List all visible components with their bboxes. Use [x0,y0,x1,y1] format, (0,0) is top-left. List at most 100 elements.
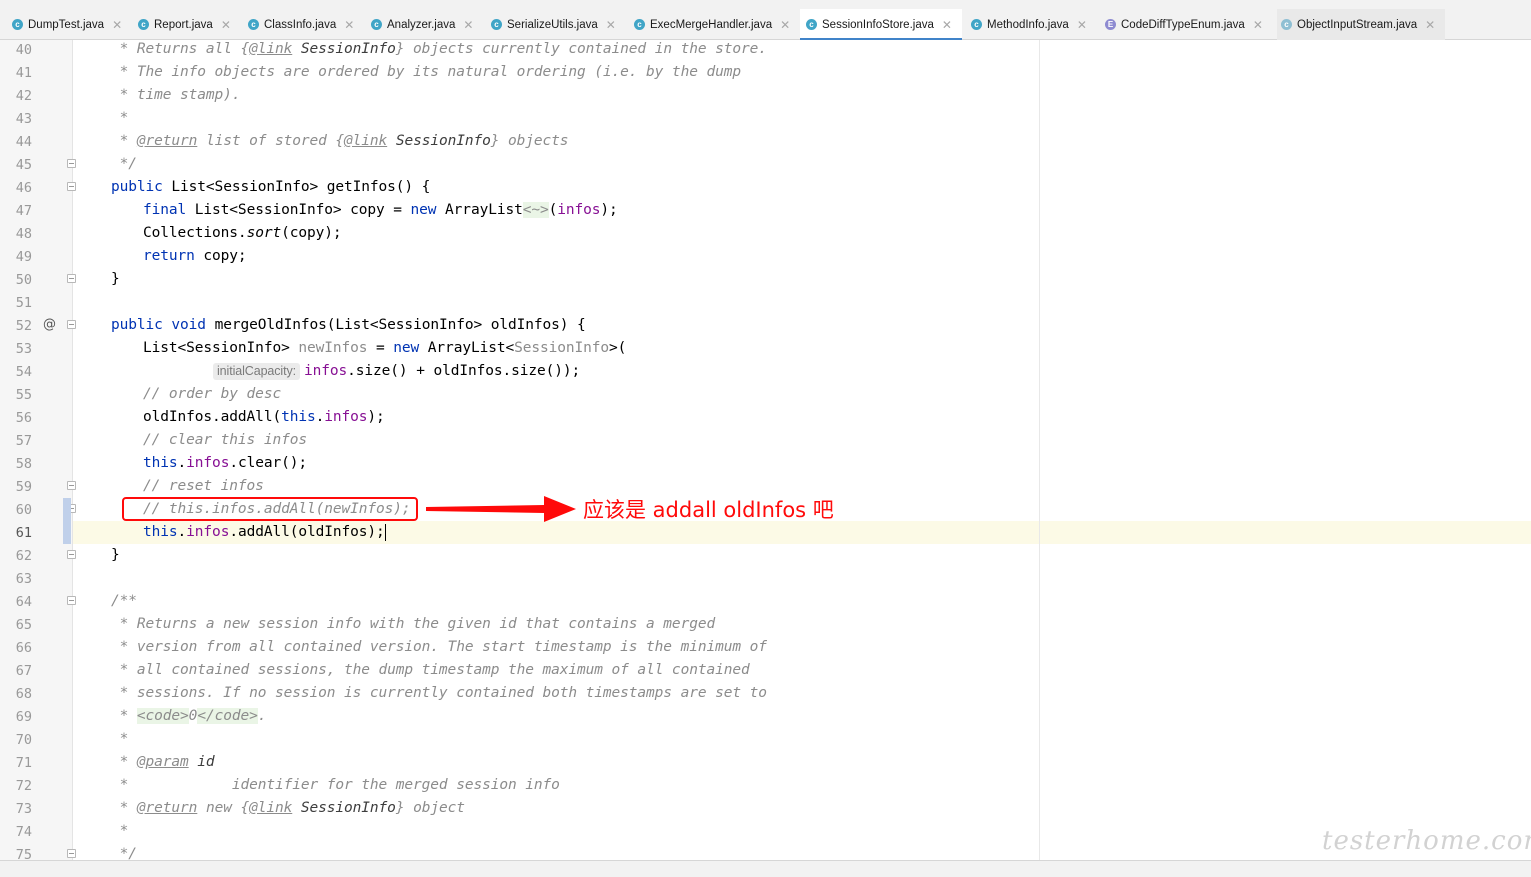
tab-label: DumpTest.java [28,18,105,31]
code-line: Collections.sort(copy); [143,225,342,241]
tab-serializeutils[interactable]: c SerializeUtils.java ✕ [489,9,623,40]
tab-classinfo[interactable]: c ClassInfo.java ✕ [246,9,358,40]
code-line-current: this.infos.addAll(oldInfos); [143,523,386,541]
close-icon[interactable]: ✕ [1425,18,1435,32]
line-number-gutter[interactable]: 40 41 42 43 44 45 46 47 48 49 50 51 52 5… [0,40,76,860]
status-bar [0,860,1531,877]
close-icon[interactable]: ✕ [780,18,790,32]
line-number: 54 [15,364,32,380]
close-icon[interactable]: ✕ [1077,18,1087,32]
code-line: * @return list of stored {@link SessionI… [111,133,569,149]
close-icon[interactable]: ✕ [221,18,231,32]
code-line: // order by desc [143,386,282,402]
tab-objectinputstream[interactable]: c ObjectInputStream.java ✕ [1277,9,1445,40]
library-class-icon: c [1281,19,1292,30]
line-number: 68 [15,686,32,702]
class-icon: c [371,19,382,30]
tab-label: ExecMergeHandler.java [650,18,773,31]
line-number: 41 [15,65,32,81]
code-line: * [111,731,129,747]
override-annotation-icon[interactable]: @ [43,317,56,332]
code-line: List<SessionInfo> newInfos = new ArrayLi… [143,340,627,356]
tab-methodinfo[interactable]: c MethodInfo.java ✕ [969,9,1093,40]
vcs-change-marker[interactable] [63,498,71,544]
annotation-callout: 应该是 addall oldInfos 吧 [583,498,834,522]
code-line: * sessions. If no session is currently c… [111,685,767,701]
line-number: 43 [15,111,32,127]
line-number: 58 [15,456,32,472]
code-area[interactable]: * Returns all {@link SessionInfo} object… [73,40,1531,860]
code-line: initialCapacity: infos.size() + oldInfos.… [213,360,580,383]
line-number: 44 [15,134,32,150]
right-margin-guide [1039,40,1040,860]
line-number: 40 [15,42,32,58]
code-line: * Returns a new session info with the gi… [111,616,716,632]
class-icon: c [12,19,23,30]
tab-codedifftypeenum[interactable]: E CodeDiffTypeEnum.java ✕ [1103,9,1269,40]
tab-analyzer[interactable]: c Analyzer.java ✕ [369,9,482,40]
tab-sessioninfostore[interactable]: c SessionInfoStore.java ✕ [800,9,962,40]
code-line: */ [111,846,137,860]
tab-label: SessionInfoStore.java [822,18,934,31]
line-number: 71 [15,755,32,771]
code-line: * time stamp). [111,87,241,103]
code-line: } [111,271,120,287]
line-number: 66 [15,640,32,656]
tab-label: MethodInfo.java [987,18,1069,31]
line-number: 67 [15,663,32,679]
class-icon: c [971,19,982,30]
tab-label: ObjectInputStream.java [1297,18,1418,31]
code-line: public void mergeOldInfos(List<SessionIn… [111,317,586,333]
code-line: * @param id [111,754,215,770]
code-line: // reset infos [143,478,264,494]
line-number: 70 [15,732,32,748]
code-line: * version from all contained version. Th… [111,639,767,655]
line-number: 51 [15,295,32,311]
code-line: this.infos.clear(); [143,455,307,471]
close-icon[interactable]: ✕ [606,18,616,32]
line-number: 62 [15,548,32,564]
watermark: testerhome.com [1322,826,1531,856]
class-icon: c [248,19,259,30]
code-line: * @return new {@link SessionInfo} object [111,800,465,816]
close-icon[interactable]: ✕ [942,18,952,32]
code-editor[interactable]: 40 41 42 43 44 45 46 47 48 49 50 51 52 5… [0,40,1531,860]
tab-label: ClassInfo.java [264,18,337,31]
arrow-icon [426,496,576,522]
code-line: */ [111,156,137,172]
code-line: * The info objects are ordered by its na… [111,64,741,80]
close-icon[interactable]: ✕ [463,18,473,32]
line-number: 55 [15,387,32,403]
line-number: 72 [15,778,32,794]
line-number: 49 [15,249,32,265]
line-number: 53 [15,341,32,357]
enum-icon: E [1105,19,1116,30]
close-icon[interactable]: ✕ [112,18,122,32]
tab-execmergehandler[interactable]: c ExecMergeHandler.java ✕ [632,9,792,40]
code-line: * identifier for the merged session info [111,777,560,793]
tab-dumptest[interactable]: c DumpTest.java ✕ [10,9,127,40]
line-number: 52 [15,318,32,334]
class-icon: c [138,19,149,30]
code-line: * all contained sessions, the dump times… [111,662,750,678]
code-line: public List<SessionInfo> getInfos() { [111,179,431,195]
tab-label: CodeDiffTypeEnum.java [1121,18,1245,31]
line-number: 59 [15,479,32,495]
tab-report[interactable]: c Report.java ✕ [136,9,236,40]
line-number: 56 [15,410,32,426]
tab-label: SerializeUtils.java [507,18,598,31]
line-number: 73 [15,801,32,817]
line-number: 65 [15,617,32,633]
line-number: 75 [15,847,32,860]
code-line: * [111,110,129,126]
code-line: * [111,823,129,839]
code-line: // clear this infos [143,432,307,448]
close-icon[interactable]: ✕ [344,18,354,32]
line-number: 63 [15,571,32,587]
tab-label: Analyzer.java [387,18,456,31]
line-number: 45 [15,157,32,173]
close-icon[interactable]: ✕ [1253,18,1263,32]
code-line: final List<SessionInfo> copy = new Array… [143,202,618,218]
code-line: * <code>0</code>. [111,708,267,724]
tab-label: Report.java [154,18,213,31]
